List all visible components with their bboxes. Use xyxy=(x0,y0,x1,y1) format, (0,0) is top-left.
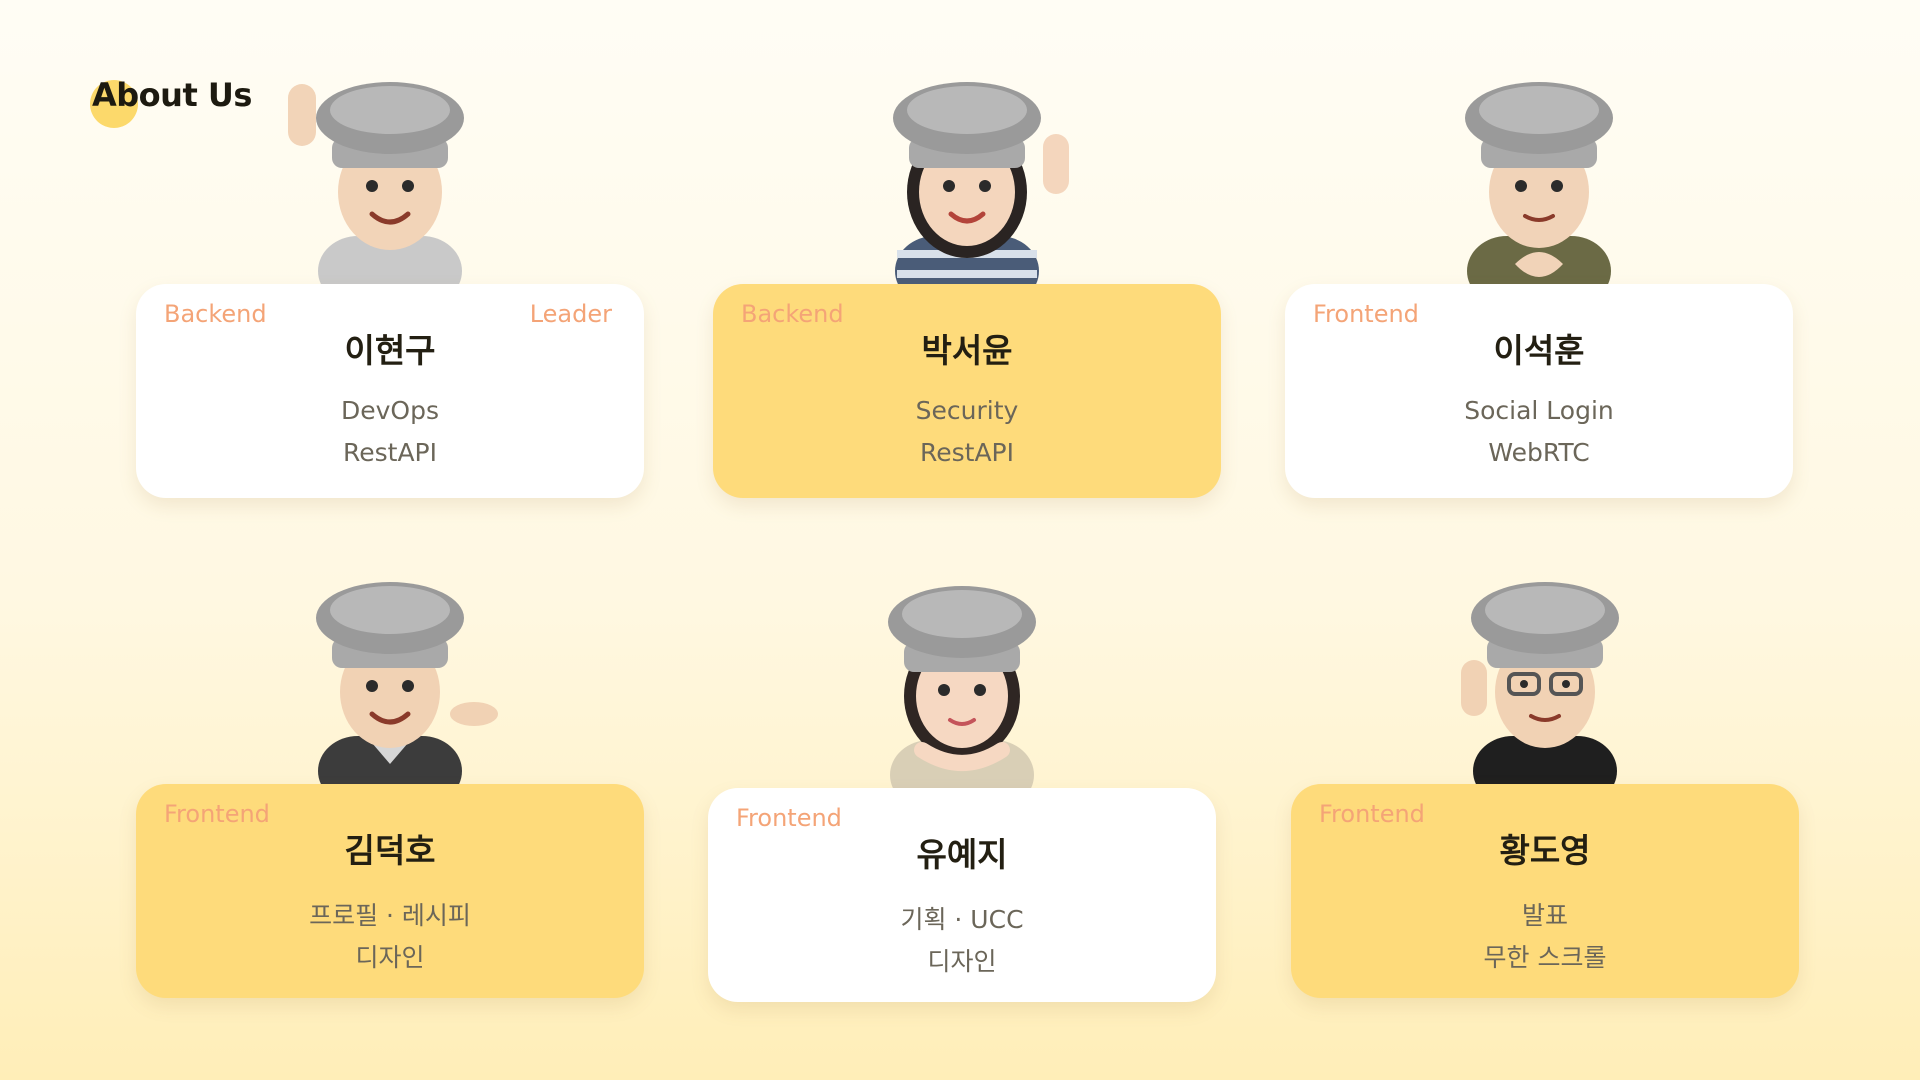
member-card-5: Frontend 황도영 발표 무한 스크롤 xyxy=(1291,564,1799,998)
member-avatar xyxy=(713,64,1221,294)
member-name: 이현구 xyxy=(344,331,436,370)
member-skill: Social Login xyxy=(1464,396,1614,425)
member-skill: DevOps xyxy=(341,396,439,425)
member-skill: RestAPI xyxy=(342,438,437,467)
chef-avatar-icon xyxy=(893,82,1069,294)
member-skill: 발표 xyxy=(1521,901,1568,930)
member-name: 이석훈 xyxy=(1493,331,1585,370)
member-card-body: Backend Leader 이현구 DevOps RestAPI xyxy=(136,284,644,498)
member-skill: Security xyxy=(915,396,1019,425)
chef-avatar-icon xyxy=(316,582,498,794)
member-skill: 기획 · UCC xyxy=(900,905,1024,934)
member-name: 황도영 xyxy=(1499,831,1591,870)
member-card-body: Frontend 김덕호 프로필 · 레시피 디자인 xyxy=(136,784,644,998)
member-name: 김덕호 xyxy=(344,831,436,870)
member-card-body: Frontend 유예지 기획 · UCC 디자인 xyxy=(708,788,1216,1002)
member-avatar xyxy=(136,564,644,794)
member-avatar xyxy=(1285,64,1793,294)
member-card-0: Backend Leader 이현구 DevOps RestAPI xyxy=(136,64,644,498)
chef-avatar-icon xyxy=(1465,82,1613,294)
member-name: 유예지 xyxy=(916,835,1008,874)
member-card-body: Frontend 이석훈 Social Login WebRTC xyxy=(1285,284,1793,498)
chef-avatar-icon xyxy=(288,82,464,294)
member-skill: RestAPI xyxy=(919,438,1014,467)
page-title: About Us xyxy=(90,76,252,128)
member-skill: WebRTC xyxy=(1488,438,1590,467)
member-card-body: Backend 박서윤 Security RestAPI xyxy=(713,284,1221,498)
member-name: 박서윤 xyxy=(921,331,1013,370)
member-card-2: Frontend 이석훈 Social Login WebRTC xyxy=(1285,64,1793,498)
member-skill: 프로필 · 레시피 xyxy=(309,901,471,930)
member-card-body: Frontend 황도영 발표 무한 스크롤 xyxy=(1291,784,1799,998)
member-avatar xyxy=(708,568,1216,798)
member-avatar xyxy=(1291,564,1799,794)
member-card-3: Frontend 김덕호 프로필 · 레시피 디자인 xyxy=(136,564,644,998)
chef-avatar-icon xyxy=(1461,582,1619,794)
member-skill: 디자인 xyxy=(355,943,425,972)
member-skill: 디자인 xyxy=(927,947,997,976)
chef-avatar-icon xyxy=(888,586,1036,798)
member-card-4: Frontend 유예지 기획 · UCC 디자인 xyxy=(708,568,1216,1002)
member-skill: 무한 스크롤 xyxy=(1483,943,1607,972)
member-card-1: Backend 박서윤 Security RestAPI xyxy=(713,64,1221,498)
